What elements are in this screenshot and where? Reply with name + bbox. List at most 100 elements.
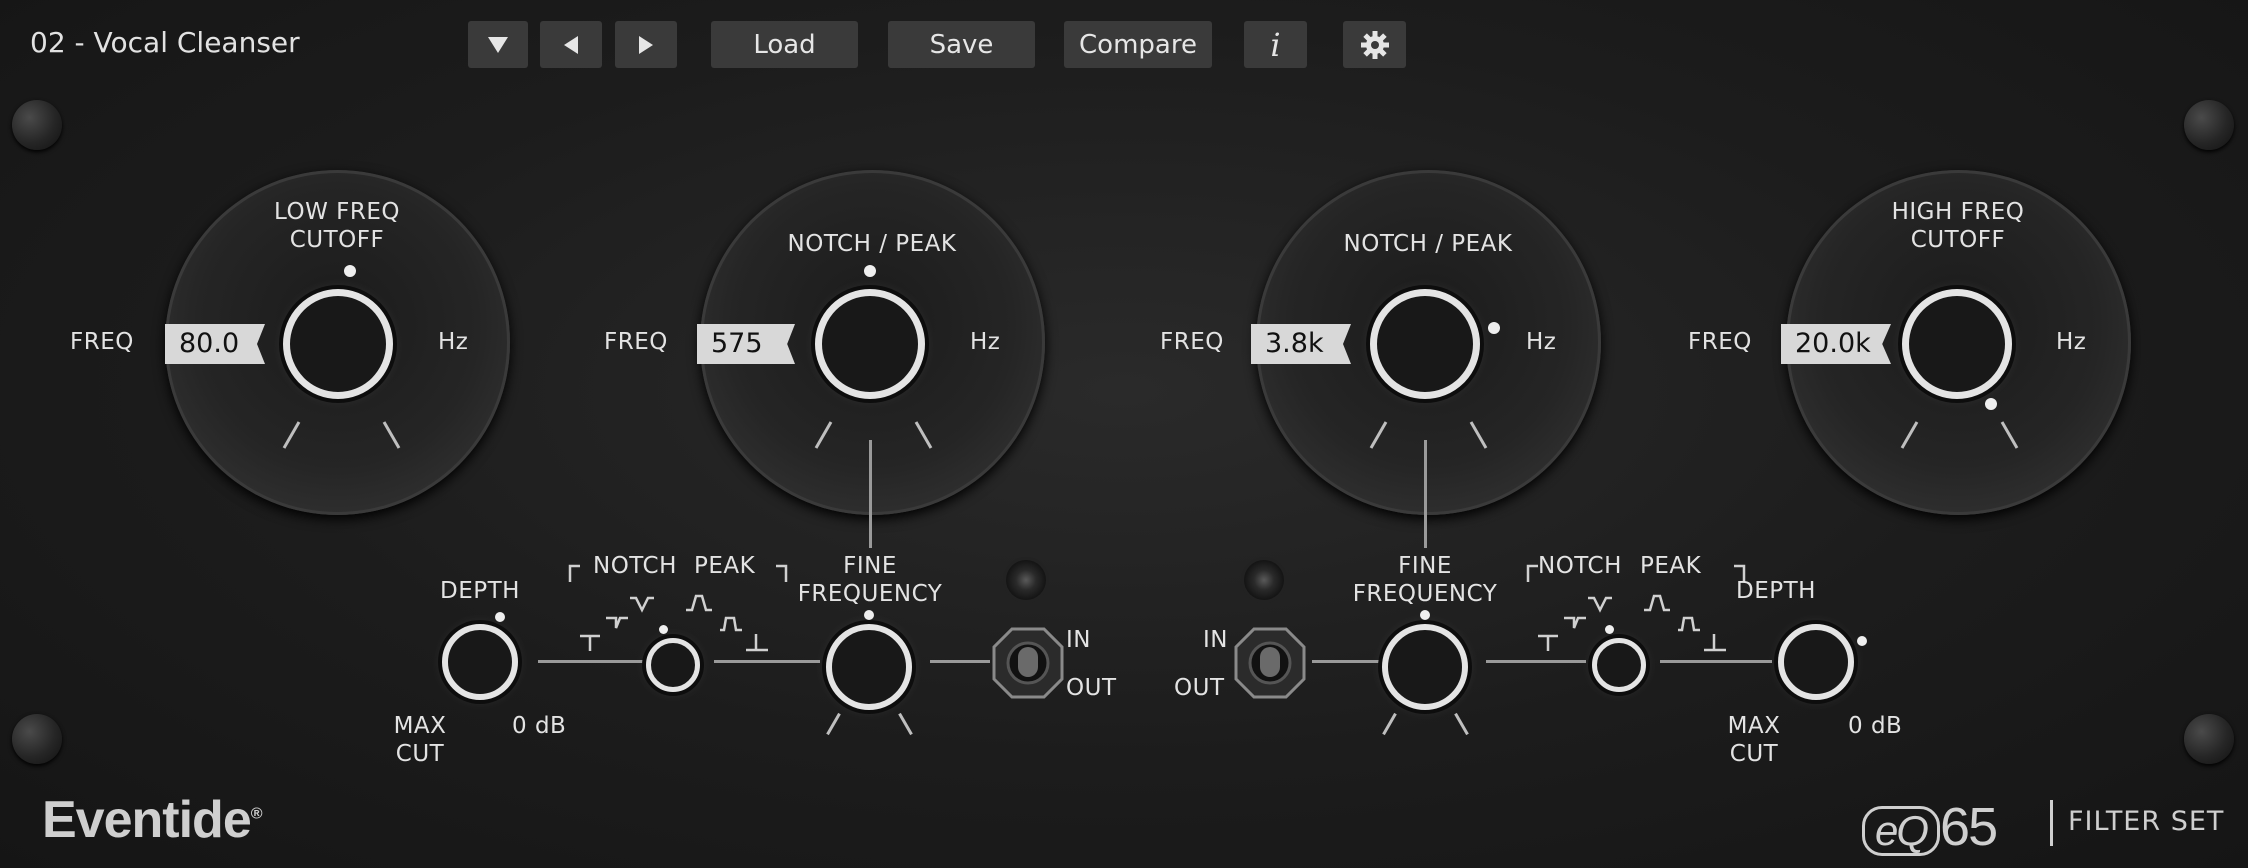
- s1-depth-knob[interactable]: [442, 624, 518, 700]
- notch2-freq-knob[interactable]: [1370, 289, 1480, 399]
- s1-out-label: OUT: [1066, 675, 1117, 701]
- panel-screw: [12, 100, 62, 150]
- connector-line: [869, 440, 872, 548]
- s2-depth-pointer: [1857, 636, 1867, 646]
- s2-notch-label: NOTCH: [1538, 553, 1622, 579]
- top-bar: 02 - Vocal Cleanser Load Save Compare i: [0, 0, 2248, 90]
- s2-max-cut-line1: MAX: [1727, 713, 1781, 739]
- s2-max-cut: MAX CUT: [1714, 712, 1794, 768]
- eq65-logo: eQ 65: [1862, 796, 1998, 858]
- s2-zero-db: 0 dB: [1848, 713, 1903, 739]
- panel-screw: [2184, 714, 2234, 764]
- triangle-down-icon: [488, 36, 508, 53]
- connector-line: [930, 660, 990, 663]
- s1-selector-pointer: [659, 625, 668, 634]
- s1-depth-label: DEPTH: [440, 578, 520, 604]
- s1-max-cut-line2: CUT: [395, 741, 445, 767]
- notch1-freq-value[interactable]: 575: [697, 324, 795, 364]
- s1-max-cut: MAX CUT: [380, 712, 460, 768]
- scale-tick: [898, 712, 913, 736]
- s1-depth-pointer: [495, 612, 505, 622]
- notch1-unit: Hz: [970, 329, 1001, 355]
- scale-tick: [826, 712, 841, 736]
- s1-in-out-toggle[interactable]: [990, 625, 1066, 701]
- scale-tick: [1382, 712, 1397, 736]
- s1-fine-line2: FREQUENCY: [797, 581, 943, 607]
- low-cut-unit: Hz: [438, 329, 469, 355]
- s1-peak-label: PEAK: [694, 553, 756, 579]
- high-cut-freq-value[interactable]: 20.0k: [1781, 324, 1891, 364]
- high-cut-knob-pointer: [1985, 398, 1997, 410]
- notch1-freq-label: FREQ: [604, 329, 668, 355]
- preset-dropdown-button[interactable]: [468, 21, 528, 68]
- notch1-knob-pointer: [864, 265, 876, 277]
- notch2-knob-pointer: [1488, 322, 1500, 334]
- info-button[interactable]: i: [1244, 21, 1307, 68]
- brand-name: Eventide: [42, 791, 252, 849]
- s1-zero-db: 0 dB: [512, 713, 567, 739]
- save-button[interactable]: Save: [888, 21, 1035, 68]
- s2-fine-pointer: [1420, 610, 1430, 620]
- s2-depth-label: DEPTH: [1736, 578, 1816, 604]
- brand-mark: ®: [250, 805, 263, 823]
- s1-status-led: [1006, 560, 1046, 600]
- s2-in-label: IN: [1203, 627, 1228, 653]
- notch1-title: NOTCH / PEAK: [787, 231, 957, 257]
- low-cut-title: LOW FREQ CUTOFF: [237, 198, 437, 254]
- s1-fine-pointer: [864, 610, 874, 620]
- low-cut-freq-value[interactable]: 80.0: [165, 324, 265, 364]
- settings-button[interactable]: [1343, 21, 1406, 68]
- s2-selector-pointer: [1605, 625, 1614, 634]
- s1-max-cut-line1: MAX: [393, 713, 447, 739]
- s1-fine-line1: FINE: [843, 553, 897, 579]
- high-cut-freq-label: FREQ: [1688, 329, 1752, 355]
- gear-icon: [1360, 30, 1389, 59]
- s2-status-led: [1244, 560, 1284, 600]
- notch1-freq-knob[interactable]: [815, 289, 925, 399]
- s1-fine-freq-label: FINE FREQUENCY: [780, 552, 960, 608]
- preset-name[interactable]: 02 - Vocal Cleanser: [30, 26, 300, 59]
- s2-peak-label: PEAK: [1640, 553, 1702, 579]
- low-cut-knob-pointer: [344, 265, 356, 277]
- product-suffix: FILTER SET: [2068, 806, 2225, 837]
- s2-fine-freq-label: FINE FREQUENCY: [1335, 552, 1515, 608]
- s2-fine-line1: FINE: [1398, 553, 1452, 579]
- s2-fine-line2: FREQUENCY: [1352, 581, 1498, 607]
- notch2-freq-value[interactable]: 3.8k: [1251, 324, 1351, 364]
- panel-screw: [12, 714, 62, 764]
- s1-notch-label: NOTCH: [593, 553, 677, 579]
- low-cut-title-line1: LOW FREQ: [274, 199, 400, 225]
- load-button[interactable]: Load: [711, 21, 858, 68]
- notch2-title: NOTCH / PEAK: [1343, 231, 1513, 257]
- connector-line: [1660, 660, 1772, 663]
- low-cut-title-line2: CUTOFF: [289, 227, 385, 253]
- s1-notch-peak-selector[interactable]: [646, 638, 700, 692]
- next-preset-button[interactable]: [615, 21, 677, 68]
- eventide-logo: Eventide®: [42, 790, 263, 850]
- high-cut-freq-knob[interactable]: [1902, 289, 2012, 399]
- triangle-left-icon: [564, 35, 578, 54]
- s2-notch-peak-selector[interactable]: [1592, 638, 1646, 692]
- eq65-plugin-window: 02 - Vocal Cleanser Load Save Compare i: [0, 0, 2248, 868]
- high-cut-title-line2: CUTOFF: [1910, 227, 2006, 253]
- eq-mark: eQ: [1862, 806, 1941, 856]
- notch2-unit: Hz: [1526, 329, 1557, 355]
- s2-in-out-toggle[interactable]: [1232, 625, 1308, 701]
- connector-line: [714, 660, 820, 663]
- s2-fine-frequency-knob[interactable]: [1382, 624, 1468, 710]
- triangle-right-icon: [639, 35, 653, 54]
- previous-preset-button[interactable]: [540, 21, 602, 68]
- scale-tick: [1454, 712, 1469, 736]
- connector-line: [1312, 660, 1382, 663]
- connector-line: [538, 660, 646, 663]
- compare-button[interactable]: Compare: [1064, 21, 1212, 68]
- s2-depth-knob[interactable]: [1778, 624, 1854, 700]
- low-cut-freq-knob[interactable]: [283, 289, 393, 399]
- s1-in-label: IN: [1066, 627, 1091, 653]
- logo-divider: [2050, 800, 2053, 846]
- high-cut-title-line1: HIGH FREQ: [1891, 199, 2025, 225]
- s1-fine-frequency-knob[interactable]: [826, 624, 912, 710]
- product-number: 65: [1940, 797, 1998, 857]
- s2-out-label: OUT: [1174, 675, 1225, 701]
- high-cut-title: HIGH FREQ CUTOFF: [1858, 198, 2058, 254]
